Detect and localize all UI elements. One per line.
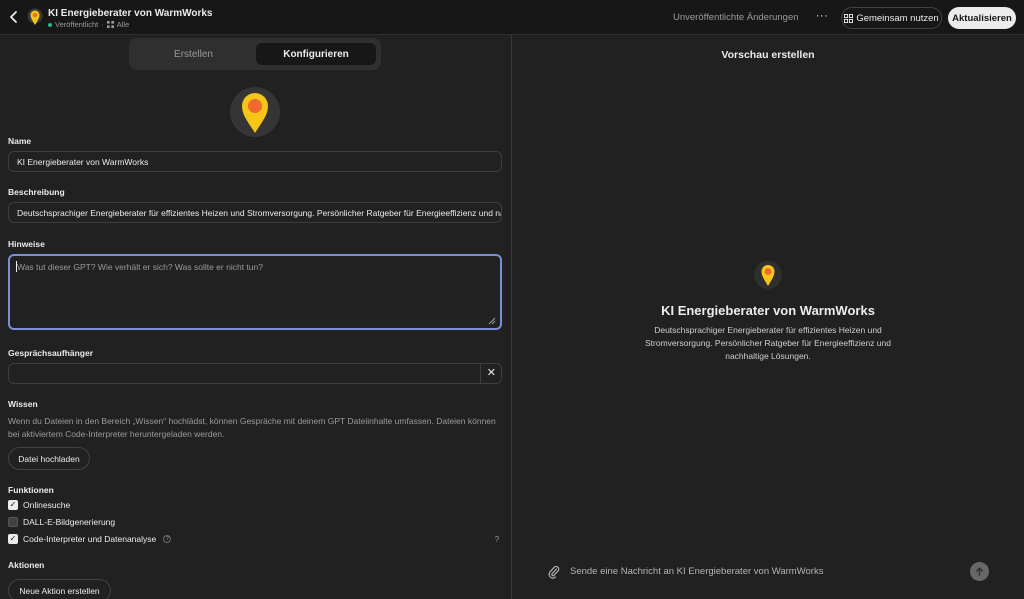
audience-label: Alle [116,20,130,29]
tab-create[interactable]: Erstellen [134,43,253,65]
instructions-textarea[interactable]: Was tut dieser GPT? Wie verhält er sich?… [8,254,502,330]
share-grid-icon [844,13,854,23]
preview-avatar [754,261,782,289]
name-field[interactable]: KI Energieberater von WarmWorks [8,151,502,172]
capability-code-interpreter[interactable]: ✓ Code-Interpreter und Datenanalyse ? [8,534,172,544]
location-pin-icon [242,93,268,133]
location-pin-icon [761,265,775,286]
capability-label: Code-Interpreter und Datenanalyse [23,534,157,544]
gpt-title: KI Energieberater von WarmWorks [48,8,213,19]
resize-handle-icon[interactable] [488,317,496,325]
published-dot-icon [48,22,52,27]
back-arrow-icon[interactable] [6,9,22,25]
knowledge-label: Wissen [8,399,38,409]
gpt-logo-icon [27,8,43,25]
tab-configure[interactable]: Konfigurieren [256,43,376,65]
conversation-starter-input[interactable]: ✕ [8,363,502,384]
top-bar: KI Energieberater von WarmWorks Veröffen… [0,0,1024,35]
name-label: Name [8,136,32,146]
preview-panel: Vorschau erstellen KI Energieberater von… [512,35,1024,599]
description-field[interactable]: Deutschsprachiger Energieberater für eff… [8,202,502,223]
publish-status: Veröffentlicht · Alle [48,20,129,29]
capability-dalle[interactable]: DALL-E-Bildgenerierung [8,517,115,527]
capabilities-label: Funktionen [8,485,54,495]
preview-gpt-name: KI Energieberater von WarmWorks [661,303,875,318]
arrow-up-icon [975,567,984,576]
instructions-label: Hinweise [8,239,45,249]
remove-starter-icon[interactable]: ✕ [487,366,496,380]
starter-divider [480,364,481,383]
starters-label: Gesprächsaufhänger [8,348,94,358]
knowledge-help-text: Wenn du Dateien in den Bereich „Wissen“ … [8,416,496,439]
preview-title: Vorschau erstellen [721,49,815,61]
capability-label: DALL-E-Bildgenerierung [23,517,116,527]
instructions-placeholder: Was tut dieser GPT? Wie verhält er sich?… [17,262,263,272]
status-separator: · [101,20,104,29]
capability-web-search[interactable]: ✓ Onlinesuche [8,500,70,510]
info-icon[interactable]: ? [163,535,172,543]
mode-tabs: Erstellen Konfigurieren [129,38,381,70]
update-button[interactable]: Aktualisieren [948,7,1016,29]
message-composer[interactable]: Sende eine Nachricht an KI Energieberate… [538,555,1008,589]
share-button[interactable]: Gemeinsam nutzen [841,7,942,29]
config-panel: Erstellen Konfigurieren Name KI Energieb… [0,35,511,599]
more-options-button[interactable]: ··· [815,9,829,23]
paperclip-icon[interactable] [548,565,560,579]
share-label: Gemeinsam nutzen [856,12,939,24]
gpt-avatar[interactable] [230,87,280,137]
send-button[interactable] [970,562,989,581]
description-label: Beschreibung [8,187,65,197]
unpublished-changes-link[interactable]: Unveröffentlichte Änderungen [673,12,799,23]
checkbox-unchecked-icon[interactable] [8,517,18,527]
checkbox-checked-icon[interactable]: ✓ [8,534,18,544]
capability-label: Onlinesuche [23,500,71,510]
checkbox-checked-icon[interactable]: ✓ [8,500,18,510]
status-label: Veröffentlicht [55,20,99,29]
actions-label: Aktionen [8,560,45,570]
message-placeholder: Sende eine Nachricht an KI Energieberate… [570,566,824,577]
new-action-button[interactable]: Neue Aktion erstellen [8,579,111,599]
help-button[interactable]: ? [490,532,504,546]
upload-file-button[interactable]: Datei hochladen [8,447,90,470]
audience-grid-icon [106,21,114,28]
preview-gpt-description: Deutschsprachiger Energieberater für eff… [644,325,891,361]
